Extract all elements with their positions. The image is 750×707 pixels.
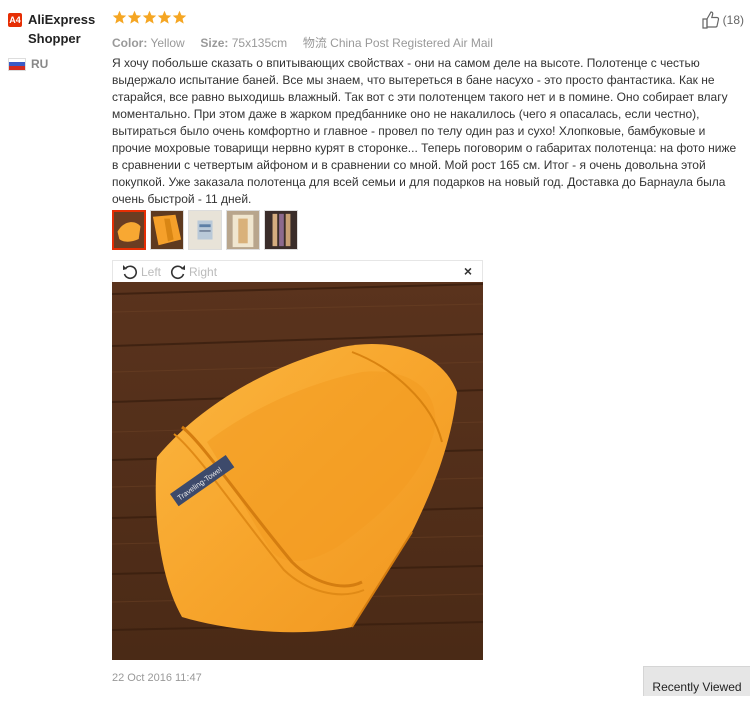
reviewer-info: A4 AliExpress Shopper RU [8,10,108,71]
review-thumbnail-4[interactable] [226,210,260,250]
russia-flag-icon [8,57,26,71]
country-code: RU [31,57,49,71]
review-text: Я хочу побольше сказать о впитывающих св… [112,56,737,206]
thumbs-up-icon [702,11,719,29]
rotate-left-icon [123,264,138,279]
star-icon [157,10,172,24]
order-properties: Color: Yellow Size: 75x135cm 物流 China Po… [112,34,493,51]
review-thumbnails [112,210,302,250]
size-label: Size: [200,36,229,50]
review-thumbnail-3[interactable] [188,210,222,250]
rotate-left-label: Left [141,264,162,279]
image-viewer-toolbar: Left Right × [112,260,483,282]
review-photo: Traveling-Towel [111,282,484,660]
review-thumbnail-2[interactable] [150,210,184,250]
color-label: Color: [112,36,148,50]
reviewer-country: RU [8,57,108,71]
reviewer-name-line2: Shopper [28,31,81,46]
reviewer-name[interactable]: AliExpress [28,10,95,29]
recently-viewed-tab[interactable]: Recently Viewed [643,666,750,696]
color-value: Yellow [150,36,185,50]
rotate-right-icon [170,264,186,279]
helpful-count: (18) [722,13,744,27]
review-thumbnail-5[interactable] [264,210,298,250]
star-rating [112,10,187,25]
helpful-button[interactable]: (18) [701,10,744,30]
close-viewer-button[interactable]: × [464,263,472,279]
rotate-right-label: Right [189,264,218,279]
star-icon [112,10,127,24]
review-date: 22 Oct 2016 11:47 [112,672,202,684]
star-icon [127,10,142,24]
level-badge: A4 [8,13,22,27]
rotate-left-button[interactable]: Left [121,263,161,281]
shipping-method: 物流 China Post Registered Air Mail [302,36,493,50]
star-icon [172,10,187,24]
size-value: 75x135cm [231,36,288,50]
star-icon [142,10,157,24]
rotate-right-button[interactable]: Right [169,263,217,281]
review-thumbnail-1[interactable] [112,210,146,250]
